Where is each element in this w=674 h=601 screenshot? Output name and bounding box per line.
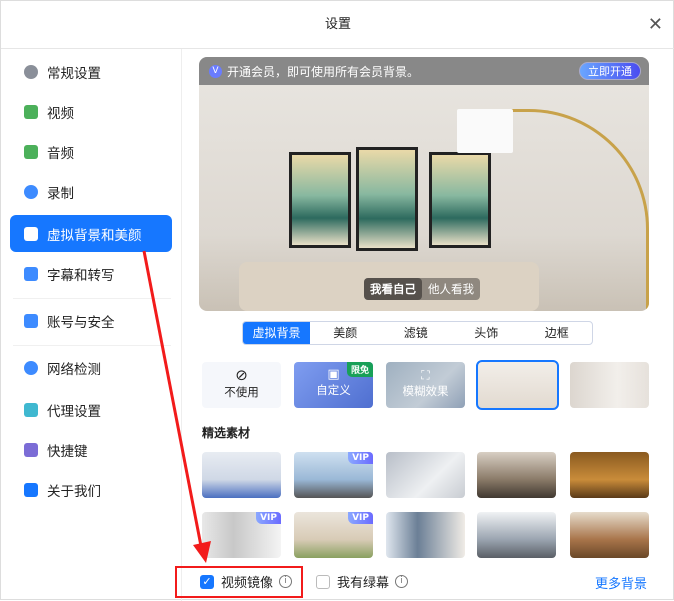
annotation-arrow <box>142 250 211 563</box>
annotation-highlight-box <box>175 566 303 598</box>
